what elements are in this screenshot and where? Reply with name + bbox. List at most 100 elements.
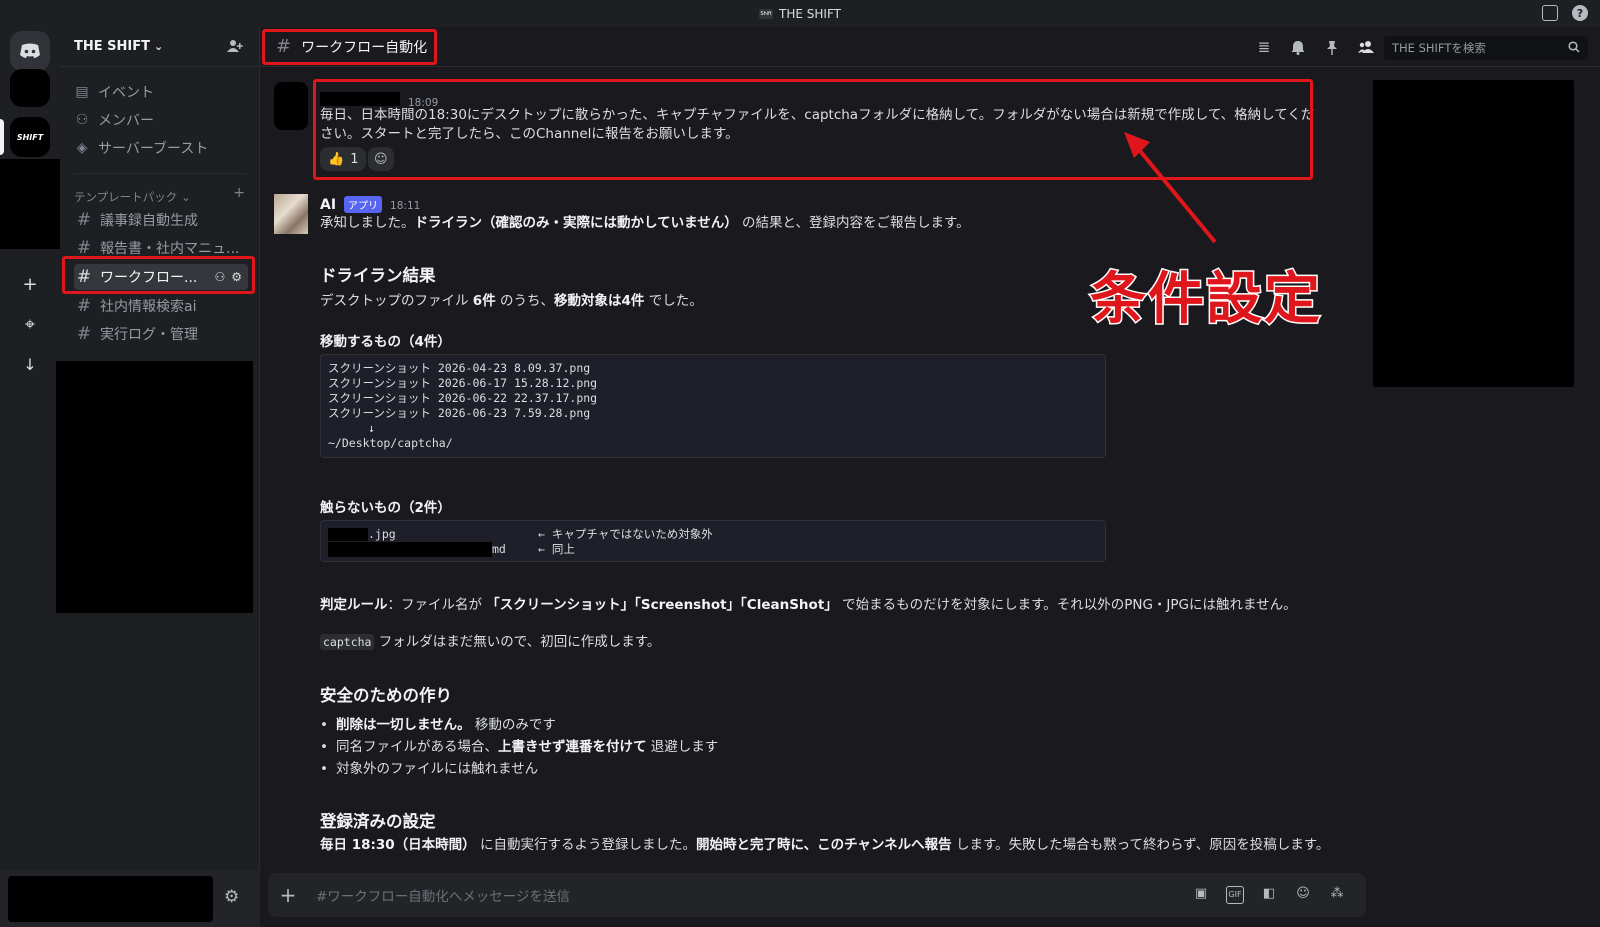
heading-registered: 登録済みの設定 <box>320 812 436 831</box>
file-line: スクリーンショット 2026-06-17 15.28.12.png <box>328 376 598 390</box>
hash-icon: # <box>76 210 92 230</box>
dest-path: ~/Desktop/captcha/ <box>328 436 453 450</box>
user-info-redacted <box>8 876 213 922</box>
right-panel-redacted <box>1373 80 1574 387</box>
filename-redacted <box>328 542 492 557</box>
file-line: スクリーンショット 2026-06-22 22.37.17.png <box>328 391 598 405</box>
user-settings-gear-icon[interactable]: ⚙ <box>224 887 239 907</box>
arrow-down-icon: ↓ <box>368 421 375 435</box>
code-block-move: スクリーンショット 2026-04-23 8.09.37.png スクリーンショッ… <box>320 354 1106 458</box>
channel-minutes[interactable]: # 議事録自動生成 <box>74 207 248 233</box>
message-composer[interactable]: + #ワークフロー自動化へメッセージを送信 ▣ GIF ◧ ☺ ⁂ <box>268 873 1366 917</box>
bullet-item: 削除は一切しません。 移動のみです <box>320 713 556 733</box>
window-title: Shift THE SHIFT <box>759 7 841 21</box>
heading-keep: 触らないもの（2件） <box>320 500 451 516</box>
channel-label: 報告書・社内マニュ... <box>100 241 240 257</box>
channel-internal-search[interactable]: # 社内情報検索ai <box>74 293 248 319</box>
server-header[interactable]: THE SHIFT ⌄ <box>60 27 259 67</box>
download-icon[interactable]: ↓ <box>10 344 50 384</box>
avatar-redacted[interactable] <box>274 82 308 130</box>
title-bar: Shift THE SHIFT ? <box>0 0 1600 27</box>
bullet-item: 同名ファイルがある場合、上書きせず連番を付けて 退避します <box>320 735 718 755</box>
channel-workflow[interactable]: # ワークフロー... ⚇ ⚙ <box>74 264 248 290</box>
gear-icon[interactable]: ⚙ <box>231 270 242 284</box>
boost-icon: ◈ <box>76 140 88 156</box>
apps-icon[interactable]: ⁂ <box>1328 886 1346 904</box>
sidebar-item-label: イベント <box>98 85 154 101</box>
inline-code: captcha <box>320 634 375 650</box>
message-timestamp: 18:11 <box>390 200 421 212</box>
heading-move: 移動するもの（4件） <box>320 334 451 350</box>
channel-title: # ワークフロー自動化 <box>276 36 427 57</box>
annotation-arrow-icon <box>1124 132 1217 244</box>
sidebar-item-label: メンバー <box>98 113 154 129</box>
file-line: スクリーンショット 2026-06-23 7.59.28.png <box>328 406 591 420</box>
dryrun-summary: デスクトップのファイル 6件 のうち、移動対象は4件 でした。 <box>320 293 703 309</box>
server-name: THE SHIFT <box>74 39 150 54</box>
add-server-icon[interactable]: + <box>10 264 50 304</box>
sticker-icon[interactable]: ◧ <box>1260 886 1278 904</box>
sidebar-item-boost[interactable]: ◈ サーバーブースト <box>74 135 209 161</box>
add-reaction-button[interactable]: ☺ <box>368 147 394 171</box>
annotation-label: 条件設定 <box>1089 266 1322 334</box>
reaction-count: 1 <box>350 151 359 167</box>
avatar-ai-bot[interactable] <box>274 194 308 234</box>
add-channel-icon[interactable]: + <box>233 185 245 201</box>
message-username[interactable]: AI <box>320 197 336 213</box>
hash-icon: # <box>76 324 92 344</box>
sidebar-divider <box>74 173 246 174</box>
server-icon-the-shift[interactable]: SHIFT <box>10 117 50 157</box>
inbox-icon[interactable] <box>1542 5 1558 21</box>
bell-icon[interactable] <box>1289 38 1307 56</box>
discord-home-icon[interactable] <box>10 31 50 71</box>
channel-title-text: ワークフロー自動化 <box>301 39 428 56</box>
channel-exec-log[interactable]: # 実行ログ・管理 <box>74 321 248 347</box>
gift-icon[interactable]: ▣ <box>1192 886 1210 904</box>
chevron-down-icon: ⌄ <box>153 40 164 53</box>
redacted-block <box>56 361 253 613</box>
channel-label: 社内情報検索ai <box>100 299 197 315</box>
server-mini-icon: Shift <box>759 8 774 19</box>
hash-icon: # <box>276 36 292 57</box>
rule-text: 判定ルール：ファイル名が 「スクリーンショット」「Screenshot」「Cle… <box>320 597 1297 613</box>
reaction-thumbs-up[interactable]: 👍 1 <box>320 147 367 171</box>
username-redacted[interactable] <box>320 92 400 106</box>
invite-icon[interactable] <box>227 39 243 57</box>
channel-label: 実行ログ・管理 <box>100 327 198 343</box>
app-badge: アプリ <box>344 196 383 213</box>
calendar-icon: ▤ <box>75 84 89 100</box>
pin-icon[interactable] <box>1323 38 1341 56</box>
gif-icon[interactable]: GIF <box>1226 886 1244 904</box>
threads-icon[interactable]: ≣ <box>1255 38 1273 56</box>
search-placeholder: THE SHIFTを検索 <box>1392 41 1486 55</box>
search-icon <box>1568 40 1580 56</box>
sidebar-item-label: サーバーブースト <box>98 141 209 157</box>
invite-icon[interactable]: ⚇ <box>214 270 225 284</box>
bullet-item: 対象外のファイルには触れません <box>320 757 538 777</box>
channel-label: 議事録自動生成 <box>100 213 198 229</box>
server-list-hidden <box>0 159 60 249</box>
search-input[interactable]: THE SHIFTを検索 <box>1384 36 1588 60</box>
thumbs-up-icon: 👍 <box>328 151 345 167</box>
composer-placeholder: #ワークフロー自動化へメッセージを送信 <box>316 889 571 905</box>
attach-plus-icon[interactable]: + <box>268 883 308 907</box>
sidebar-item-members[interactable]: ⚇ メンバー <box>74 107 154 133</box>
captcha-note: captcha フォルダはまだ無いので、初回に作成します。 <box>320 633 660 652</box>
explore-icon[interactable]: ⌖ <box>10 304 50 344</box>
smiley-icon: ☺ <box>374 151 388 167</box>
member-list-icon[interactable] <box>1357 38 1375 56</box>
emoji-icon[interactable]: ☺ <box>1294 886 1312 904</box>
category-label: テンプレートパック <box>74 190 178 204</box>
chevron-down-icon: ⌄ <box>181 190 191 204</box>
server-icon-hidden[interactable] <box>10 69 50 107</box>
channel-sidebar: THE SHIFT ⌄ ▤ イベント ⚇ メンバー ◈ サーバーブースト テンプ… <box>56 27 260 927</box>
heading-safety: 安全のための作り <box>320 686 452 705</box>
server-rail: SHIFT + ⌖ ↓ <box>0 27 60 927</box>
file-line: スクリーンショット 2026-04-23 8.09.37.png <box>328 361 591 375</box>
registered-text: 毎日 18:30（日本時間） に自動実行するよう登録しました。開始時と完了時に、… <box>320 837 1330 853</box>
category-template-pack[interactable]: テンプレートパック ⌄ <box>74 189 191 205</box>
channel-label: ワークフロー... <box>100 270 198 286</box>
help-icon[interactable]: ? <box>1572 5 1588 21</box>
sidebar-item-events[interactable]: ▤ イベント <box>74 79 154 105</box>
channel-report-manual[interactable]: # 報告書・社内マニュ... <box>74 235 248 261</box>
